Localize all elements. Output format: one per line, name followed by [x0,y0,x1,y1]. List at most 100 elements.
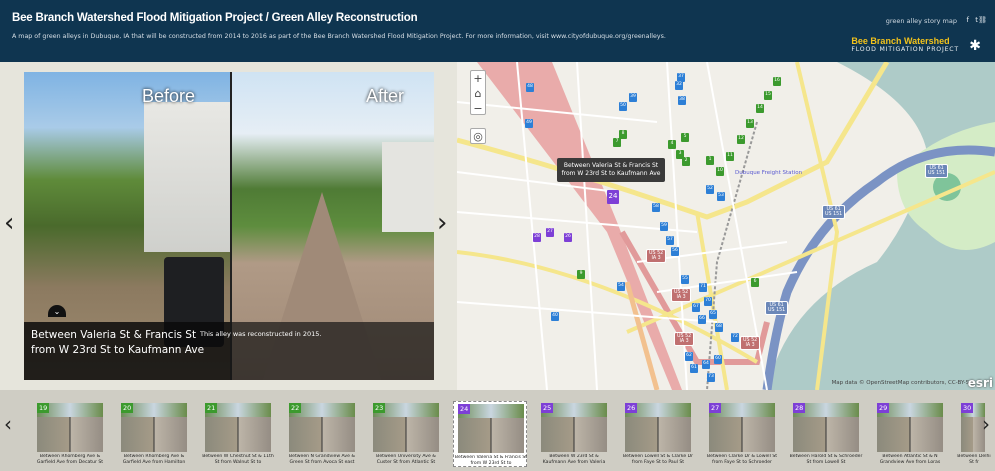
map-marker-55[interactable]: 55 [681,275,689,284]
thumbnail-23[interactable]: 23 Between University Ave & Custer St fro… [369,401,443,467]
thumbnail-image: 28 [793,403,859,452]
map-marker-10[interactable]: 10 [716,167,724,176]
map-marker-40[interactable]: 40 [551,312,559,321]
thumbnail-image: 20 [121,403,187,452]
thumbnail-number: 21 [205,403,218,413]
map-marker-64[interactable]: 64 [702,360,710,369]
thumbnail-28[interactable]: 28 Between Harold St & Schroeder St from … [789,401,863,467]
thumbnail-29[interactable]: 29 Between Atlantic St & N Grandview Ave … [873,401,947,467]
map-marker-13[interactable]: 13 [746,119,754,128]
map-marker-50[interactable]: 50 [619,102,627,111]
thumbnail-image: 29 [877,403,943,452]
thumbnail-27[interactable]: 27 Between Clarke Dr & Lowell St from Fay… [705,401,779,467]
map-marker-7[interactable]: 7 [613,138,621,147]
before-after-photo: Before After ⌄ Between Valeria St & Fran… [24,72,434,380]
thumbnail-image: 21 [205,403,271,452]
map-marker-59[interactable]: 59 [660,222,668,231]
thumbnail-image: 22 [289,403,355,452]
map-marker-26[interactable]: 26 [564,233,572,242]
map-tooltip: Between Valeria St & Francis St from W 2… [557,158,665,182]
route-shield: US 52 IA 3 [671,288,692,302]
thumbnail-caption: Between W Chestnut St & 11th St from Wal… [202,454,274,465]
prev-story-button[interactable]: ‹ [4,208,14,238]
thumbnail-caption: Between Lowell St & Clarke Dr from Faye … [622,454,694,465]
map-marker-2[interactable]: 2 [682,157,690,166]
logo: Bee Branch Watershed FLOOD MITIGATION PR… [851,36,959,53]
map-marker-68[interactable]: 68 [715,323,723,332]
map-marker-62[interactable]: 62 [685,352,693,361]
map-marker-27[interactable]: 27 [546,228,554,237]
thumbnail-caption: Between Rhomberg Ave & Garfield Ave from… [36,454,104,465]
thumbnail-number: 28 [793,403,806,413]
map-marker-57[interactable]: 57 [666,236,674,245]
map-marker-54[interactable]: 54 [617,282,625,291]
map-marker-5[interactable]: 5 [681,133,689,142]
story-map-link[interactable]: green alley story map [886,17,957,25]
map-marker-71[interactable]: 71 [699,283,707,292]
thumbnail-26[interactable]: 26 Between Lowell St & Clarke Dr from Fay… [621,401,695,467]
map-marker-4[interactable]: 4 [668,140,676,149]
before-label: Before [142,86,196,106]
thumbnail-22[interactable]: 22 Between N Grandview Ave & Green St fro… [285,401,359,467]
thumbnail-image: 25 [541,403,607,452]
thumbnail-24[interactable]: 24 Between Valeria St & Francis St from W… [453,401,527,467]
link-icon[interactable]: ⛓ [978,16,987,24]
thumbnail-caption: Between University Ave & Custer St from … [376,454,436,465]
map-marker-70[interactable]: 70 [704,297,712,306]
map-marker-58[interactable]: 58 [652,203,660,212]
map-marker-15[interactable]: 15 [764,91,772,100]
facebook-icon[interactable]: f [967,16,969,24]
after-label: After [366,86,405,106]
thumbnail-number: 20 [121,403,134,413]
map-marker-6[interactable]: 6 [751,278,759,287]
thumbnail-21[interactable]: 21 Between W Chestnut St & 11th St from W… [201,401,275,467]
carousel-next-button[interactable]: › [982,412,990,436]
collapse-caption-button[interactable]: ⌄ [48,305,66,317]
map-marker-72[interactable]: 72 [731,333,739,342]
next-story-button[interactable]: › [437,208,447,238]
carousel-prev-button[interactable]: ‹ [4,412,12,436]
thumbnail-image: 23 [373,403,439,452]
thumbnail-19[interactable]: 19 Between Rhomberg Ave & Garfield Ave fr… [33,401,107,467]
route-shield: US 61 US 151 [925,164,949,178]
thumbnail-number: 27 [709,403,722,413]
map-marker-52[interactable]: 52 [706,185,714,194]
route-shield: US 52 IA 3 [674,332,695,346]
map-marker-32[interactable]: 32 [675,81,683,90]
map-marker-12[interactable]: 12 [737,135,745,144]
route-shield: US 61 US 151 [822,205,846,219]
map-marker-11[interactable]: 11 [726,152,734,161]
zoom-in-button[interactable]: + [471,71,485,86]
home-button[interactable]: ⌂ [471,86,485,101]
map[interactable]: + ⌂ − ◎ Dubuque Freight Station 48 50 39 37… [457,62,995,390]
page-title: Bee Branch Watershed Flood Mitigation Pr… [12,12,418,24]
map-marker-67[interactable]: 67 [692,303,700,312]
esri-logo: esri [967,376,993,390]
thumbnail-25[interactable]: 25 Between W 23rd St & Kaufmann Ave from … [537,401,611,467]
map-marker-65[interactable]: 65 [709,310,717,319]
zoom-controls: + ⌂ − [470,70,486,115]
map-marker-28[interactable]: 28 [533,233,541,242]
map-marker-39[interactable]: 39 [629,93,637,102]
map-marker-49[interactable]: 49 [525,119,533,128]
thumbnail-number: 24 [458,404,471,414]
map-marker-9[interactable]: 9 [577,270,585,279]
map-marker-73[interactable]: 73 [707,373,715,382]
map-marker-24[interactable]: 24 [607,190,619,204]
locate-button[interactable]: ◎ [470,128,486,144]
map-marker-53[interactable]: 53 [717,192,725,201]
thumbnail-image: 27 [709,403,775,452]
thumbnail-20[interactable]: 20 Between Rhomberg Ave & Garfield Ave fr… [117,401,191,467]
map-marker-60[interactable]: 60 [714,355,722,364]
map-marker-14[interactable]: 14 [756,104,764,113]
zoom-out-button[interactable]: − [471,101,485,116]
map-marker-61[interactable]: 61 [690,364,698,373]
map-marker-16[interactable]: 16 [773,77,781,86]
map-marker-66[interactable]: 66 [698,315,706,324]
map-marker-56[interactable]: 56 [671,247,679,256]
thumbnail-image: 26 [625,403,691,452]
map-basemap [457,62,995,390]
map-marker-38[interactable]: 38 [678,96,686,105]
map-marker-48[interactable]: 48 [526,83,534,92]
map-marker-1[interactable]: 1 [706,156,714,165]
